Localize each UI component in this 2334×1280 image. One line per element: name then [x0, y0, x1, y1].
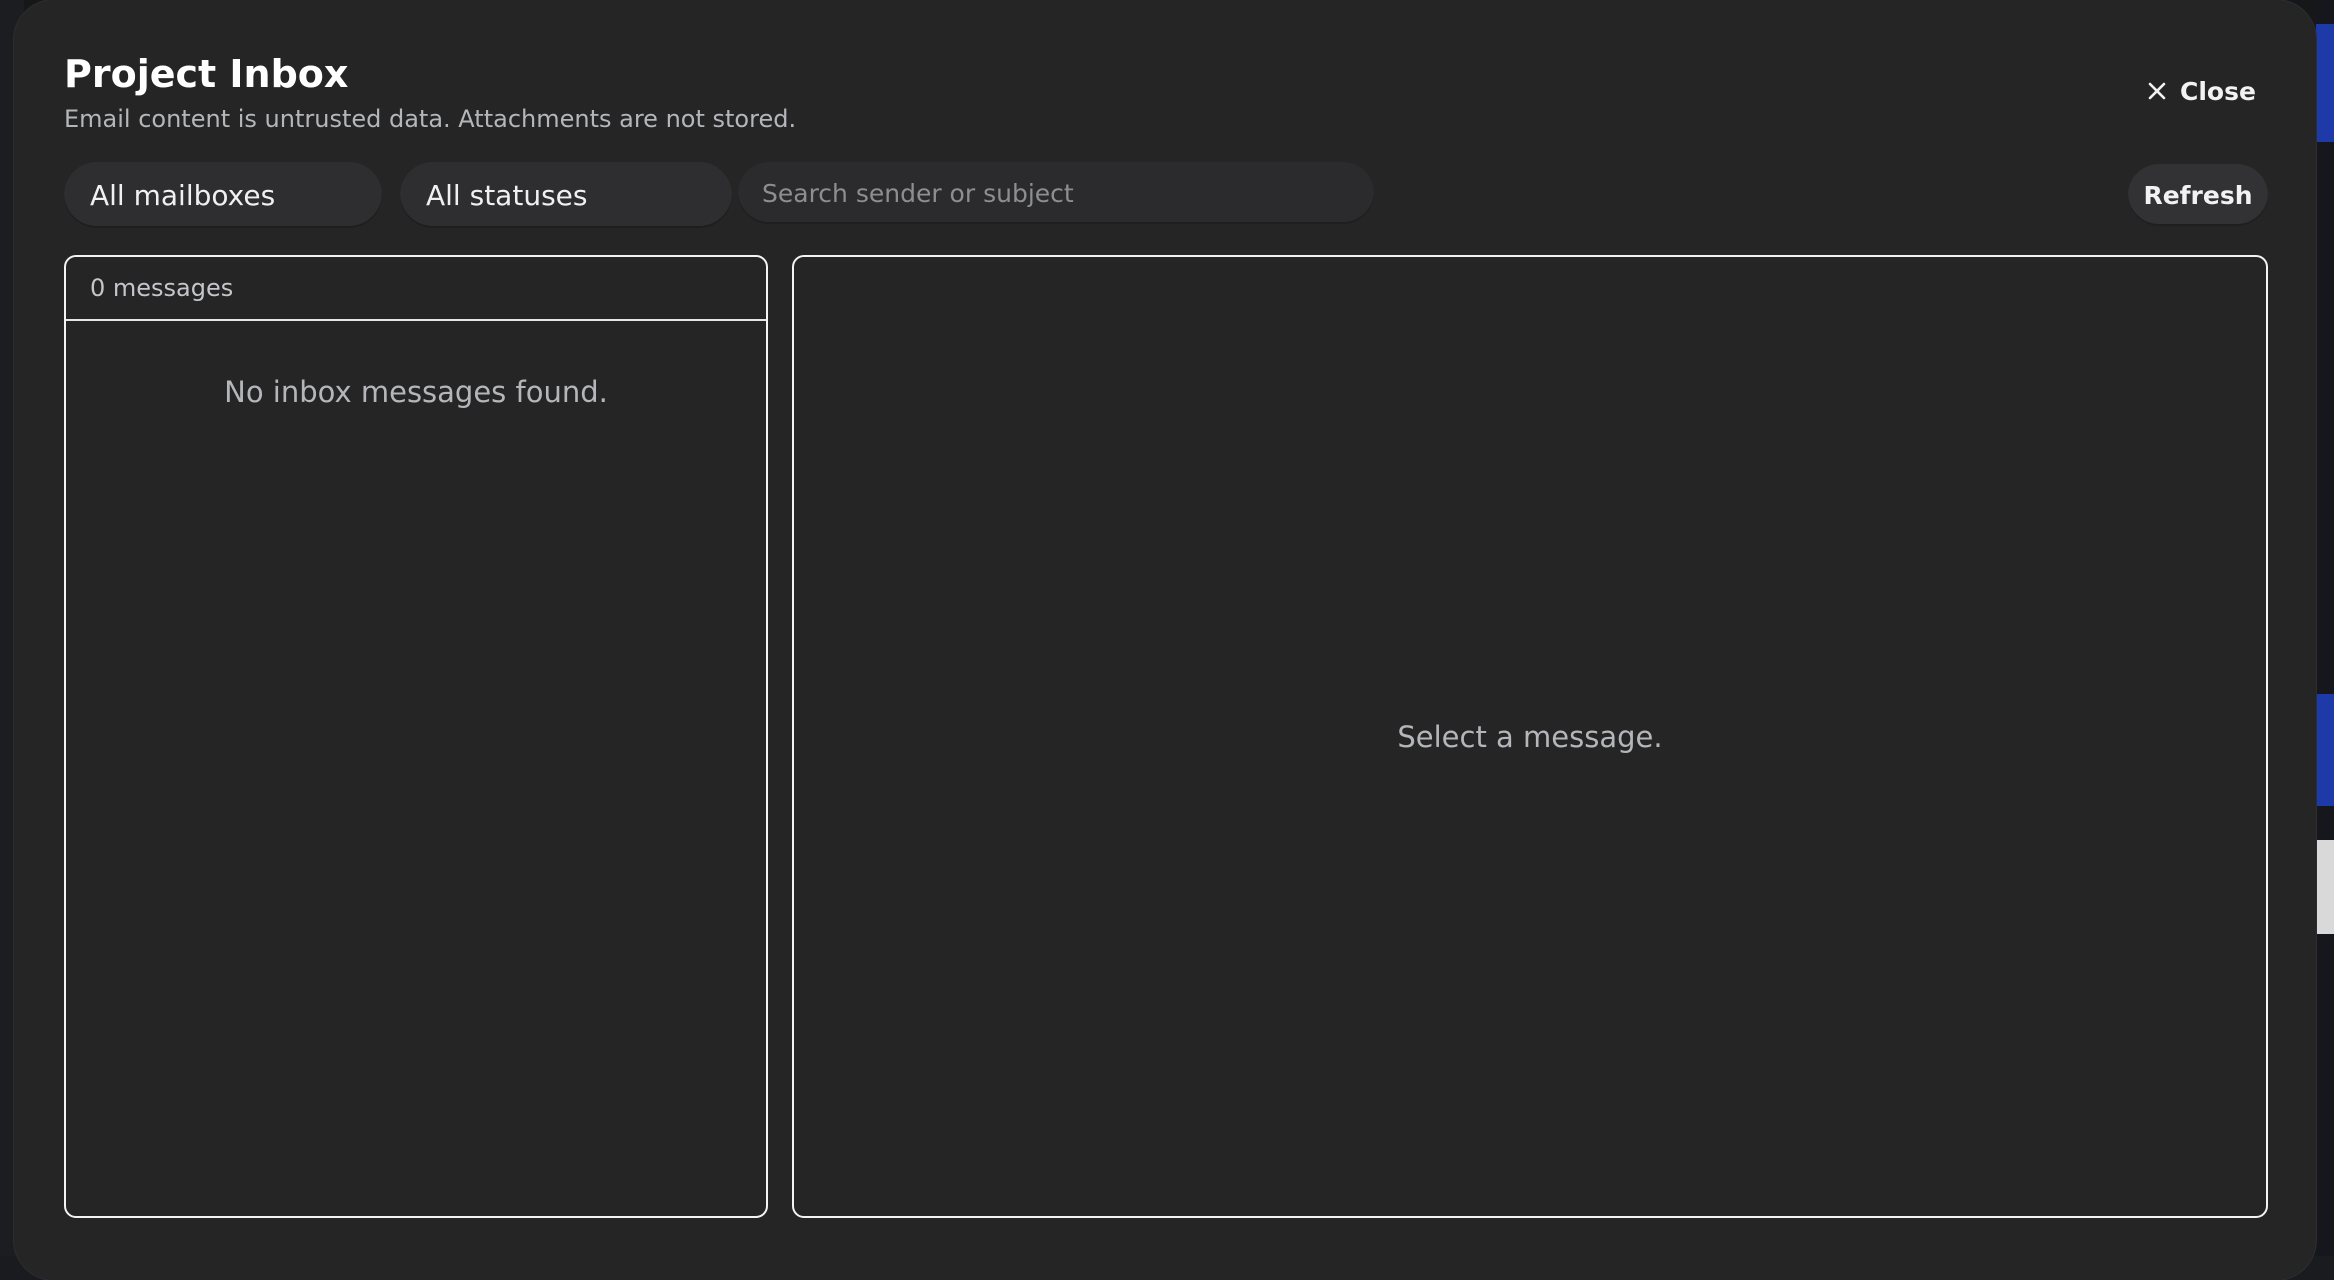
- mailbox-filter-select[interactable]: All mailboxes: [64, 162, 382, 228]
- close-button[interactable]: Close: [2146, 70, 2256, 112]
- search-placeholder: Search sender or subject: [762, 178, 1074, 208]
- empty-detail-message: Select a message.: [1397, 719, 1663, 754]
- modal-subtitle: Email content is untrusted data. Attachm…: [64, 105, 797, 133]
- background-blue-block: [2316, 694, 2334, 806]
- status-filter-select[interactable]: All statuses: [400, 162, 732, 228]
- background-blue-block: [2316, 24, 2334, 142]
- close-button-label: Close: [2180, 76, 2256, 106]
- refresh-button[interactable]: Refresh: [2128, 164, 2268, 226]
- background-right-edge: [2316, 0, 2334, 1256]
- message-count: 0 messages: [66, 257, 766, 321]
- empty-list-message: No inbox messages found.: [224, 375, 608, 409]
- background-gray-block: [2316, 840, 2334, 934]
- modal-title: Project Inbox: [64, 52, 349, 96]
- status-filter-value: All statuses: [426, 178, 588, 212]
- message-detail-panel: Select a message.: [792, 255, 2268, 1218]
- close-icon: [2146, 80, 2168, 102]
- search-input[interactable]: Search sender or subject: [738, 162, 1374, 224]
- mailbox-filter-value: All mailboxes: [90, 178, 276, 212]
- project-inbox-modal: Project Inbox Email content is untrusted…: [14, 0, 2316, 1280]
- message-list-panel: 0 messages No inbox messages found.: [64, 255, 768, 1218]
